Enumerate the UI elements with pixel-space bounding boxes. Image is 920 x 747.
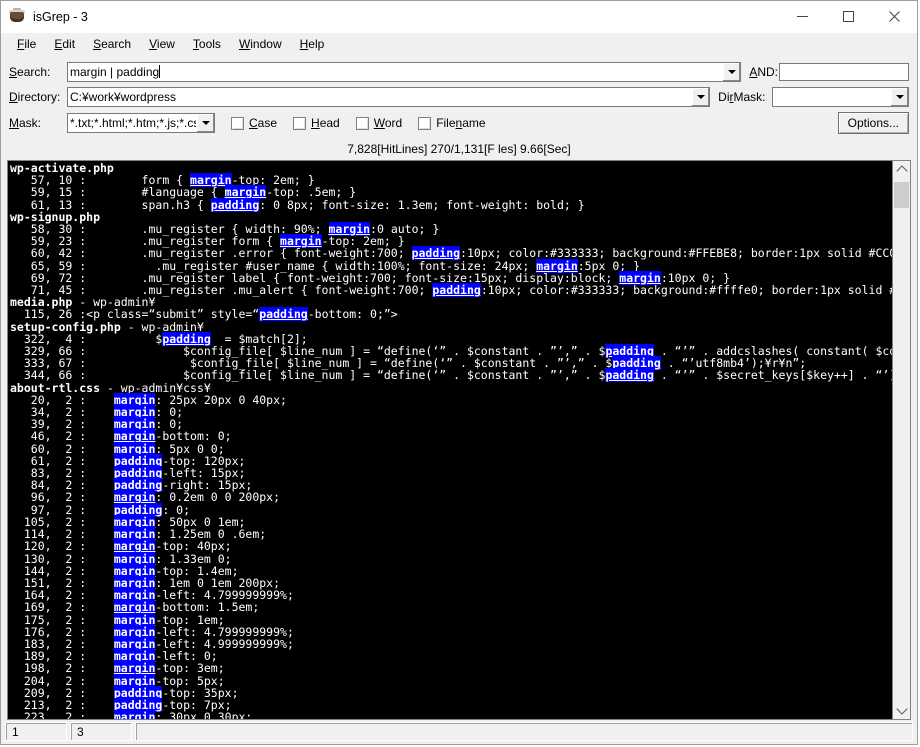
- checkbox-head-label: Head: [311, 116, 340, 130]
- hit-match: margin: [113, 710, 156, 719]
- hit-suffix: : 30px 0 30px;: [155, 710, 253, 719]
- result-hit-line[interactable]: 130, 2 : margin: 1.33em 0;: [10, 551, 892, 566]
- scrollbar-track[interactable]: [893, 178, 910, 702]
- directory-row: Directory: C:¥work¥wordpress DirMask:: [9, 86, 909, 108]
- checkbox-filename[interactable]: Filename: [418, 116, 486, 130]
- checkbox-word[interactable]: Word: [355, 116, 403, 130]
- maximize-button[interactable]: [825, 1, 871, 32]
- search-label: Search:: [9, 65, 51, 79]
- search-input[interactable]: margin | padding: [68, 63, 722, 81]
- statusbar-cell-1[interactable]: 1: [5, 722, 67, 741]
- result-summary: 7,828[HitLines] 270/1,131[F les] 9.66[Se…: [1, 140, 917, 160]
- scroll-down-button[interactable]: [893, 702, 910, 719]
- menu-help-rest: elp: [308, 37, 325, 51]
- hit-suffix: . “’” . $secret_keys[$key++] . “’);¥r¥n”…: [660, 368, 892, 383]
- result-hit-line[interactable]: 46, 2 : margin-bottom: 0;: [10, 429, 892, 444]
- dirmask-combo-arrow[interactable]: [890, 88, 908, 106]
- checkbox-case[interactable]: Case: [231, 116, 277, 130]
- mask-row: Mask: *.txt;*.html;*.htm;*.js;*.cs Case …: [9, 111, 909, 135]
- menu-view-rest: iew: [156, 37, 175, 51]
- checkbox-word-box[interactable]: [355, 116, 369, 130]
- application-window: isGrep - 3 File Edit Search View Tools W…: [0, 0, 918, 745]
- checkbox-filename-label: Filename: [436, 116, 486, 130]
- result-hit-line[interactable]: 120, 2 : margin-top: 40px;: [10, 539, 892, 554]
- dirmask-input[interactable]: [773, 88, 890, 106]
- result-hit-line[interactable]: 169, 2 : margin-bottom: 1.5em;: [10, 600, 892, 615]
- window-controls: [779, 1, 917, 32]
- status-bar: 1 3: [1, 720, 917, 744]
- menu-edit[interactable]: Edit: [45, 35, 84, 53]
- menu-view[interactable]: View: [140, 35, 184, 53]
- dirmask-label: DirMask:: [718, 90, 766, 104]
- menu-tools-rest: ools: [198, 37, 221, 51]
- hit-match: padding: [210, 197, 260, 212]
- close-button[interactable]: [871, 1, 917, 32]
- menu-help[interactable]: Help: [291, 35, 334, 53]
- menu-bar: File Edit Search View Tools Window Help: [1, 33, 917, 55]
- text-caret: [159, 65, 161, 78]
- options-button[interactable]: Options...: [837, 112, 909, 134]
- hit-suffix: -bottom: 0;”>: [307, 307, 398, 322]
- mask-combo-arrow[interactable]: [196, 114, 214, 132]
- menu-file-rest: ile: [24, 37, 37, 51]
- result-hit-line[interactable]: 204, 2 : margin-top: 5px;: [10, 673, 892, 688]
- scroll-up-button[interactable]: [893, 161, 910, 178]
- mask-input[interactable]: *.txt;*.html;*.htm;*.js;*.cs: [68, 114, 196, 132]
- results-panel: wp-activate.php 57, 10 : form { margin-t…: [7, 160, 911, 720]
- menu-search[interactable]: Search: [84, 35, 140, 53]
- chevron-down-icon: [201, 121, 210, 125]
- hit-prefix: 223, 2 :: [10, 710, 114, 719]
- chevron-down-icon: [727, 70, 736, 74]
- hit-match: padding: [432, 283, 481, 298]
- title-bar: isGrep - 3: [1, 1, 917, 33]
- menu-file[interactable]: File: [8, 35, 45, 53]
- checkbox-case-box[interactable]: [231, 116, 244, 130]
- search-combo-arrow[interactable]: [722, 63, 741, 81]
- checkbox-head[interactable]: Head: [293, 116, 340, 130]
- scrollbar-thumb[interactable]: [894, 182, 909, 208]
- statusbar-cell-3: [135, 722, 913, 741]
- chevron-up-icon: [895, 165, 908, 177]
- minimize-button[interactable]: [779, 1, 825, 32]
- hit-match: padding: [259, 307, 308, 322]
- hit-match: padding: [605, 368, 654, 383]
- result-hit-line[interactable]: 198, 2 : margin-top: 3em;: [10, 661, 892, 676]
- result-hit-line[interactable]: 96, 2 : margin: 0.2em 0 0 200px;: [10, 490, 892, 505]
- search-combo[interactable]: margin | padding: [67, 62, 742, 82]
- checkbox-filename-box[interactable]: [418, 116, 432, 130]
- result-hit-line[interactable]: 61, 13 : span.h3 { padding: 0 8px; font-…: [10, 197, 892, 212]
- menu-tools[interactable]: Tools: [184, 35, 230, 53]
- results-list[interactable]: wp-activate.php 57, 10 : form { margin-t…: [8, 161, 892, 719]
- mask-label: Mask:: [9, 116, 42, 130]
- result-hit-line[interactable]: 223, 2 : margin: 30px 0 30px;: [10, 710, 892, 719]
- directory-input[interactable]: C:¥work¥wordpress: [68, 88, 691, 106]
- dirmask-combo[interactable]: [772, 87, 909, 107]
- directory-combo[interactable]: C:¥work¥wordpress: [67, 87, 711, 107]
- hit-suffix: : 0 8px; font-size: 1.3em; font-weight: …: [259, 197, 585, 212]
- window-title: isGrep - 3: [33, 9, 88, 24]
- chevron-down-icon: [895, 703, 908, 715]
- search-panel: Search: margin | padding AND: Directory:…: [1, 55, 917, 140]
- checkbox-head-box[interactable]: [293, 116, 307, 130]
- and-label: AND:: [749, 65, 778, 79]
- search-input-value: margin | padding: [70, 65, 160, 79]
- search-row: Search: margin | padding AND:: [9, 61, 909, 83]
- coffee-cup-icon: [9, 8, 26, 25]
- mask-combo[interactable]: *.txt;*.html;*.htm;*.js;*.cs: [67, 113, 215, 133]
- statusbar-cell-2[interactable]: 3: [70, 722, 132, 741]
- result-hit-line[interactable]: 175, 2 : margin-top: 1em;: [10, 612, 892, 627]
- checkbox-word-label: Word: [373, 116, 403, 130]
- directory-combo-arrow[interactable]: [691, 88, 710, 106]
- hit-suffix: :10px; color:#333333; background:#ffffe0…: [480, 283, 892, 298]
- menu-search-rest: earch: [101, 37, 132, 51]
- menu-edit-rest: dit: [62, 37, 76, 51]
- menu-window-rest: indow: [250, 37, 282, 51]
- menu-window[interactable]: Window: [230, 35, 291, 53]
- chevron-down-icon: [696, 95, 705, 99]
- directory-label: Directory:: [9, 90, 61, 104]
- results-scrollbar[interactable]: [892, 161, 910, 719]
- checkbox-case-label: Case: [249, 116, 278, 130]
- chevron-down-icon: [895, 95, 904, 99]
- and-input[interactable]: [779, 63, 909, 81]
